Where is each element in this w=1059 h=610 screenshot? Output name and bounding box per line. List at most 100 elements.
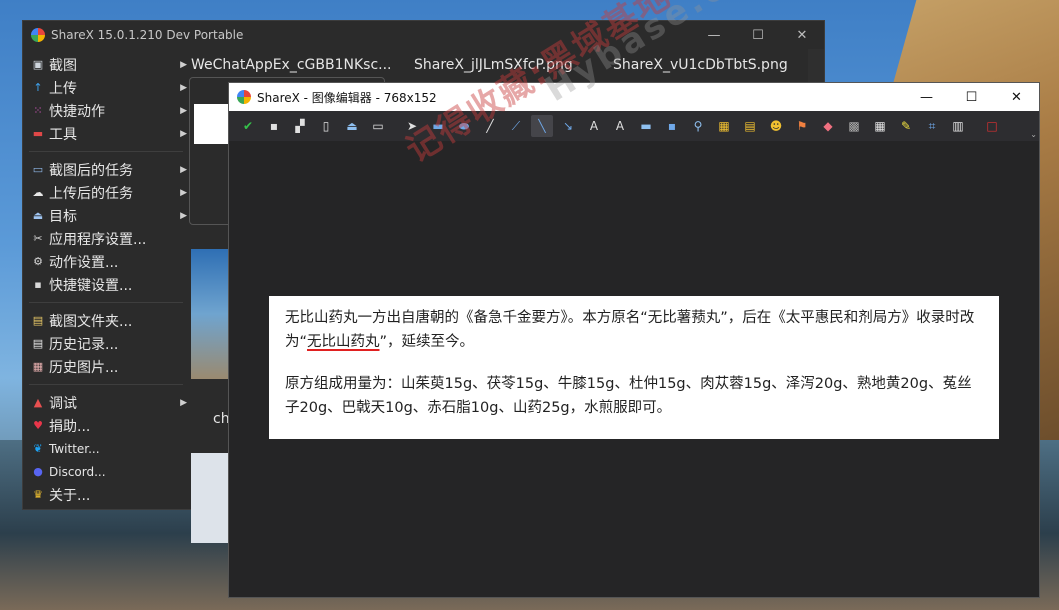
menu-item-label: 历史记录... [49,336,119,353]
eraser-icon[interactable]: ◆ [817,115,839,137]
step-icon[interactable]: ▪ [661,115,683,137]
menu-item[interactable]: ▤ 历史记录... [23,332,189,355]
save-as-icon[interactable]: ▞ [289,115,311,137]
confirm-icon[interactable]: ✔ [237,115,259,137]
menu-item-label: 截图 [49,57,77,74]
menu-item[interactable]: ▪ 快捷键设置... [23,273,189,296]
heart-icon: ♥ [33,419,43,432]
submenu-arrow-icon: ▶ [180,397,187,408]
minimize-button[interactable]: — [904,83,949,111]
editor-window-controls: — ☐ ✕ [904,83,1039,111]
sticker-icon[interactable]: ☻ [765,115,787,137]
menu-item[interactable]: ⏏ 目标 ▶ [23,204,189,227]
captured-image[interactable]: 无比山药丸一方出自唐朝的《备急千金要方》。本方原名“无比薯蓣丸”，后在《太平惠民… [269,296,999,439]
menu-item-label: Discord... [49,464,106,479]
discord-icon: ● [33,465,43,478]
highlight-icon[interactable]: ✎ [895,115,917,137]
main-title-bar[interactable]: ShareX 15.0.1.210 Dev Portable — ☐ ✕ [23,21,824,49]
submenu-arrow-icon: ▶ [180,187,187,198]
ellipse-icon[interactable]: ⬬ [453,115,475,137]
text-background-icon[interactable]: A [609,115,631,137]
arrow-icon[interactable]: ↘ [557,115,579,137]
save-icon[interactable]: ▪ [263,115,285,137]
rectangle-icon[interactable]: ▬ [427,115,449,137]
menu-item[interactable]: ⚙ 动作设置... [23,250,189,273]
menu-item[interactable]: ♥ 捐助... [23,414,189,437]
cut-out-icon[interactable]: ▥ [947,115,969,137]
cloud-upload-icon: ☁ [32,186,44,199]
image-icon[interactable]: ▦ [713,115,735,137]
editor-canvas[interactable]: 无比山药丸一方出自唐朝的《备急千金要方》。本方原名“无比薯蓣丸”，后在《太平惠民… [229,141,1039,597]
after-capture-icon: ▭ [32,163,44,176]
menu-item[interactable]: ✂ 应用程序设置... [23,227,189,250]
submenu-arrow-icon: ▶ [180,59,187,70]
menu-separator [29,302,183,303]
menu-separator [29,384,183,385]
menu-item[interactable]: ▭ 截图后的任务 ▶ [23,158,189,181]
menu-item[interactable]: ● Discord... [23,460,189,483]
text-outline-icon[interactable]: A [583,115,605,137]
blur-icon[interactable]: ▩ [843,115,865,137]
magnify-icon[interactable]: ⚲ [687,115,709,137]
editor-window-title: ShareX - 图像编辑器 - 768x152 [257,90,437,105]
speech-balloon-icon[interactable]: ▬ [635,115,657,137]
menu-item[interactable]: ▦ 历史图片... [23,355,189,378]
paragraph-2: 原方组成用量为：山茱萸15g、茯苓15g、牛膝15g、杜仲15g、肉苁蓉15g、… [285,376,972,416]
toolbar-overflow-icon[interactable]: ⌄ [1030,130,1037,139]
image-screen-icon[interactable]: ▤ [739,115,761,137]
thumbnail-label[interactable]: ShareX_jlJLmSXfcP.png [414,57,573,73]
menu-item-label: 历史图片... [49,359,119,376]
thumbnail-preview[interactable] [191,249,233,379]
menu-item[interactable]: ❦ Twitter... [23,437,189,460]
menu-item-label: 快捷动作 [49,103,105,120]
upload-icon: ↑ [33,81,43,94]
menu-item-label: 目标 [49,208,77,225]
menu-item[interactable]: ↑ 上传 ▶ [23,76,189,99]
print-icon[interactable]: ▭ [367,115,389,137]
menu-item[interactable]: ♛ 关于... [23,483,189,506]
folder-icon: ▤ [32,314,44,327]
menu-item-label: 上传后的任务 [49,185,133,202]
menu-item[interactable]: ▬ 工具 ▶ [23,122,189,145]
camera-icon: ▣ [32,58,44,71]
menu-item-label: 截图文件夹... [49,313,133,330]
thumbnail-label[interactable]: WeChatAppEx_cGBB1NKsc... [191,57,392,73]
menu-item[interactable]: ▣ 截图 ▶ [23,53,189,76]
freehand-icon[interactable]: ╱ [479,115,501,137]
line-icon[interactable]: ╲ [531,115,553,137]
border-color-icon[interactable]: □ [981,115,1003,137]
thumbnail-preview[interactable] [191,453,233,543]
editor-title-bar[interactable]: ShareX - 图像编辑器 - 768x152 — ☐ ✕ [229,83,1039,111]
menu-item[interactable]: ▤ 截图文件夹... [23,309,189,332]
close-button[interactable]: ✕ [994,83,1039,111]
menu-item-label: 捐助... [49,418,91,435]
copy-icon[interactable]: ▯ [315,115,337,137]
hotkey-settings-icon: ▪ [34,278,42,291]
submenu-arrow-icon: ▶ [180,164,187,175]
debug-icon: ▲ [33,396,43,409]
menu-item[interactable]: ▲ 调试 ▶ [23,391,189,414]
sharex-logo-icon [31,28,45,42]
menu-item[interactable]: ⁙ 快捷动作 ▶ [23,99,189,122]
task-settings-icon: ⚙ [33,255,43,268]
maximize-button[interactable]: ☐ [736,21,780,49]
pixelate-icon[interactable]: ▦ [869,115,891,137]
smart-pen-icon[interactable]: ⟋ [505,115,527,137]
maximize-button[interactable]: ☐ [949,83,994,111]
main-window-title: ShareX 15.0.1.210 Dev Portable [51,28,244,42]
select-icon[interactable]: ➤ [401,115,423,137]
toolbox-icon: ▬ [32,127,44,140]
app-settings-icon: ✂ [33,232,43,245]
minimize-button[interactable]: — [692,21,736,49]
close-button[interactable]: ✕ [780,21,824,49]
crop-icon[interactable]: ⌗ [921,115,943,137]
cursor-icon[interactable]: ⚑ [791,115,813,137]
thumbnail-label[interactable]: ShareX_vU1cDbTbtS.png [613,57,788,73]
sharex-logo-icon [237,90,251,104]
upload-icon[interactable]: ⏏ [341,115,363,137]
menu-item-label: 工具 [49,126,77,143]
menu-item[interactable]: ☁ 上传后的任务 ▶ [23,181,189,204]
menu-separator [29,151,183,152]
menu-item-label: 关于... [49,487,91,504]
submenu-arrow-icon: ▶ [180,128,187,139]
